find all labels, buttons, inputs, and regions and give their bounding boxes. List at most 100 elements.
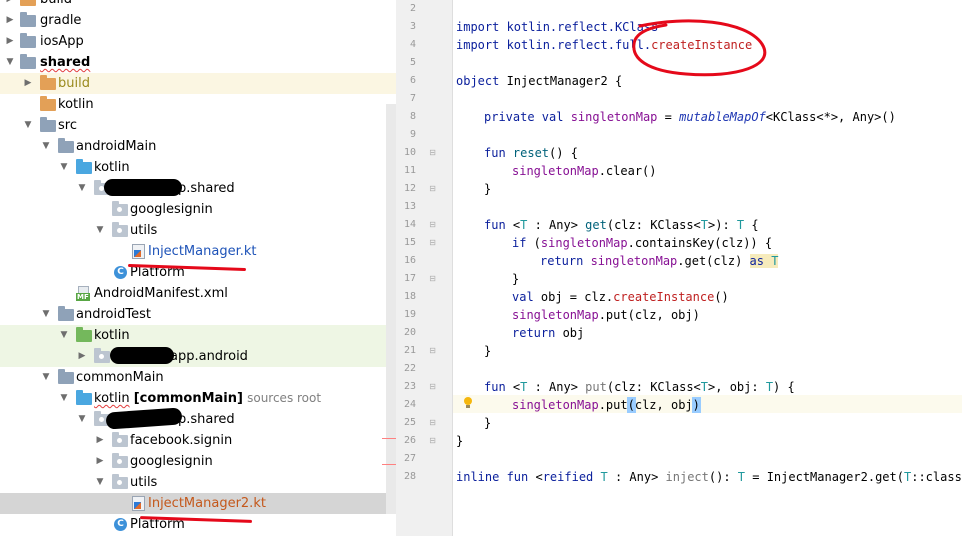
line-number: 23: [403, 381, 416, 392]
chevron-right-icon[interactable]: ▶: [94, 430, 106, 451]
tree-item-common-package-shared[interactable]: ▼ p.shared: [0, 409, 396, 430]
chevron-down-icon[interactable]: ▼: [4, 52, 16, 73]
tree-item-androidmain[interactable]: ▼ androidMain: [0, 136, 396, 157]
chevron-down-icon[interactable]: ▼: [58, 157, 70, 178]
tree-item-iosapp[interactable]: ▶ iosApp: [0, 31, 396, 52]
chevron-down-icon[interactable]: ▼: [22, 115, 34, 136]
code-line-17: }: [512, 272, 520, 286]
chevron-right-icon[interactable]: ▶: [4, 31, 16, 52]
red-circle-annotation: [632, 19, 767, 77]
code-editor[interactable]: 2 3 4 5 6 7 8 9 10 11 12 13 14 15 16 17 …: [382, 0, 962, 536]
package-icon: [112, 432, 128, 447]
chevron-down-icon[interactable]: ▼: [76, 409, 88, 430]
tree-item-package-shared[interactable]: ▼ p.shared: [0, 178, 396, 199]
line-number: 24: [403, 399, 416, 410]
code-line-24: singletonMap.put(clz, obj): [512, 397, 701, 413]
line-number: 4: [409, 39, 416, 50]
tree-scrollbar[interactable]: [386, 104, 396, 514]
chevron-right-icon[interactable]: ▶: [4, 10, 16, 31]
line-number: 21: [403, 345, 416, 356]
folder-icon: [40, 117, 56, 132]
tree-item-androidmanifest[interactable]: MF AndroidManifest.xml: [0, 283, 396, 304]
chevron-right-icon[interactable]: ▶: [4, 0, 16, 10]
kotlin-file-icon: [132, 244, 145, 259]
line-number: 18: [403, 291, 416, 302]
folder-icon: [58, 138, 74, 153]
chevron-down-icon[interactable]: ▼: [40, 304, 52, 325]
source-folder-icon: [76, 390, 92, 405]
chevron-down-icon[interactable]: ▼: [94, 472, 106, 493]
tree-item-shared[interactable]: ▼ shared: [0, 52, 396, 73]
tree-item-injectmanager2-kt[interactable]: InjectManager2.kt: [0, 493, 396, 514]
fold-marker-icon[interactable]: ⊟: [428, 274, 437, 283]
tree-item-test-kotlin[interactable]: ▼ kotlin: [0, 325, 396, 346]
code-line-16: return singletonMap.get(clz) as T: [540, 254, 779, 268]
code-line-18: val obj = clz.createInstance(): [512, 290, 729, 304]
line-number: 25: [403, 417, 416, 428]
code-line-6: object InjectManager2 {: [456, 74, 623, 88]
fold-marker-icon[interactable]: ⊟: [428, 148, 437, 157]
chevron-right-icon[interactable]: ▶: [76, 346, 88, 367]
chevron-right-icon[interactable]: ▶: [22, 73, 34, 94]
line-number: 17: [403, 273, 416, 284]
tree-item-utils[interactable]: ▼ utils: [0, 220, 396, 241]
tree-item-androidtest[interactable]: ▼ androidTest: [0, 304, 396, 325]
manifest-file-icon: MF: [76, 286, 91, 301]
chevron-down-icon[interactable]: ▼: [40, 367, 52, 388]
tree-item-package-android[interactable]: ▶ app.android: [0, 346, 396, 367]
fold-marker-icon[interactable]: ⊟: [428, 382, 437, 391]
line-number: 8: [409, 111, 416, 122]
package-icon: [112, 474, 128, 489]
excluded-folder-icon: [40, 75, 56, 90]
folder-icon: [40, 96, 56, 111]
sources-root-hint: sources root: [247, 391, 322, 405]
tree-item-gradle[interactable]: ▶ gradle: [0, 10, 396, 31]
chevron-down-icon[interactable]: ▼: [76, 178, 88, 199]
fold-marker-icon[interactable]: ⊟: [428, 220, 437, 229]
tree-item-platform[interactable]: C Platform: [0, 262, 396, 283]
redaction-mark: [104, 179, 182, 196]
source-folder-icon: [76, 159, 92, 174]
chevron-down-icon[interactable]: ▼: [58, 325, 70, 346]
kotlin-label: kotlin: [94, 391, 130, 406]
fold-marker-icon[interactable]: ⊟: [428, 436, 437, 445]
tree-item-facebook-signin[interactable]: ▶ facebook.signin: [0, 430, 396, 451]
tree-item-src[interactable]: ▼ src: [0, 115, 396, 136]
chevron-down-icon[interactable]: ▼: [58, 388, 70, 409]
lightbulb-icon[interactable]: [463, 397, 473, 410]
tree-item-kotlin[interactable]: kotlin: [0, 94, 396, 115]
folder-icon: [20, 12, 36, 27]
package-icon: [112, 453, 128, 468]
tree-item-build[interactable]: ▶ build: [0, 0, 396, 10]
tree-item-build-excluded[interactable]: ▶ build: [0, 73, 396, 94]
code-line-19: singletonMap.put(clz, obj): [512, 308, 700, 322]
module-folder-icon: [20, 54, 36, 69]
fold-marker-icon[interactable]: ⊟: [428, 184, 437, 193]
folder-icon: [58, 306, 74, 321]
tree-item-common-googlesignin[interactable]: ▶ googlesignin: [0, 451, 396, 472]
folder-icon: [20, 0, 36, 6]
tree-item-common-kotlin[interactable]: ▼ kotlin [commonMain] sources root: [0, 388, 396, 409]
tree-item-commonmain[interactable]: ▼ commonMain: [0, 367, 396, 388]
fold-marker-icon[interactable]: ⊟: [428, 418, 437, 427]
line-number: 28: [403, 471, 416, 482]
line-number: 12: [403, 183, 416, 194]
code-line-15: if (singletonMap.containsKey(clz)) {: [512, 236, 773, 250]
tree-item-injectmanager-kt[interactable]: InjectManager.kt: [0, 241, 396, 262]
code-line-12: }: [484, 182, 492, 196]
line-number: 26: [403, 435, 416, 446]
line-number: 19: [403, 309, 416, 320]
tree-item-googlesignin[interactable]: googlesignin: [0, 199, 396, 220]
tree-item-android-kotlin[interactable]: ▼ kotlin: [0, 157, 396, 178]
chevron-down-icon[interactable]: ▼: [40, 136, 52, 157]
tree-item-common-utils[interactable]: ▼ utils: [0, 472, 396, 493]
line-number: 10: [403, 147, 416, 158]
code-line-28: inline fun <reified T : Any> inject(): T…: [456, 470, 962, 484]
chevron-right-icon[interactable]: ▶: [94, 451, 106, 472]
fold-marker-icon[interactable]: ⊟: [428, 346, 437, 355]
test-folder-icon: [76, 327, 92, 342]
code-line-25: }: [484, 416, 492, 430]
fold-marker-icon[interactable]: ⊟: [428, 238, 437, 247]
line-number: 7: [409, 93, 416, 104]
chevron-down-icon[interactable]: ▼: [94, 220, 106, 241]
